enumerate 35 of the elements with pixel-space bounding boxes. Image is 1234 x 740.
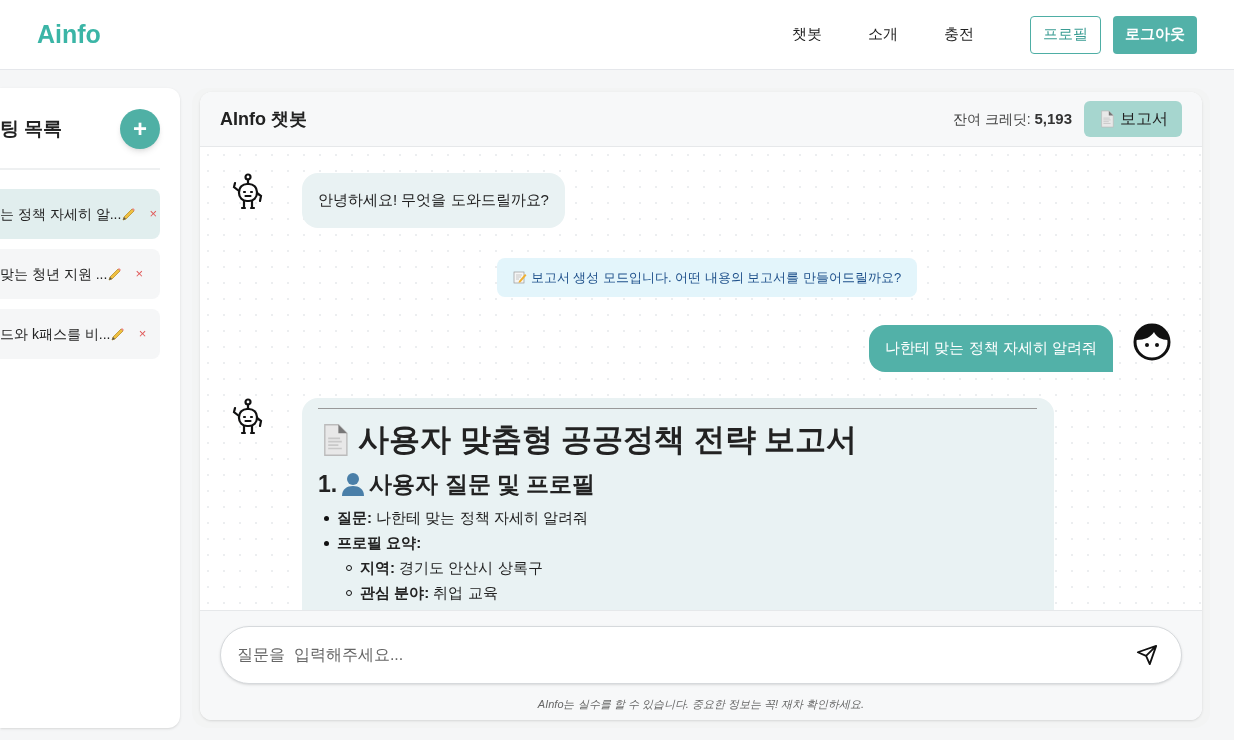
user-bust-icon: [340, 471, 367, 498]
chat-title: AInfo 챗봇: [220, 107, 307, 131]
chat-item-title: 드와 k패스를 비...: [0, 324, 111, 344]
sidebar-title: 팅 목록: [0, 116, 63, 141]
bullet-icon: [324, 540, 329, 546]
report-title: 사용자 맞춤형 공공정책 전략 보고서: [358, 420, 858, 459]
document-icon: [1098, 110, 1116, 128]
nav-link[interactable]: 소개: [868, 23, 898, 46]
section-number: 1.: [318, 470, 338, 499]
nav-link[interactable]: 챗봇: [792, 23, 822, 46]
user-message: 나한테 맞는 정책 자세히 알려줘: [869, 325, 1113, 372]
pencil-icon[interactable]: [107, 266, 124, 282]
chat-list-item[interactable]: 는 정책 자세히 알... ×: [0, 189, 160, 239]
bot-message: 안녕하세요! 무엇을 도와드릴까요?: [302, 173, 565, 228]
credits-text: 잔여 크레딧: 5,193: [952, 108, 1072, 129]
report-list-text: 질문: 나한테 맞는 정책 자세히 알려줘: [337, 507, 588, 528]
chat-item-title: 맞는 청년 지원 ...: [0, 264, 108, 284]
send-icon[interactable]: [1136, 644, 1158, 666]
report-list-text: 관심 분야: 취업 교육: [360, 582, 498, 603]
notice-message: 보고서 생성 모드입니다. 어떤 내용의 보고서를 만들어드릴까요?: [496, 257, 918, 297]
pencil-icon[interactable]: [121, 206, 138, 222]
question-input[interactable]: 질문을 입력해주세요...: [220, 626, 1182, 684]
disclaimer-text: AInfo는 실수를 할 수 있습니다. 중요한 정보는 꼭! 재차 확인하세요.: [537, 697, 865, 712]
chat-item-title: 는 정책 자세히 알...: [0, 204, 122, 224]
nav-link[interactable]: 충전: [944, 23, 974, 46]
pencil-icon[interactable]: [110, 326, 127, 342]
report-button[interactable]: 보고서: [1084, 101, 1182, 137]
report-list-text: 지역: 경기도 안산시 상록구: [360, 557, 543, 578]
chat-list-item[interactable]: 드와 k패스를 비... ×: [0, 309, 160, 359]
section-title: 사용자 질문 및 프로필: [369, 470, 596, 499]
user-avatar-icon: [1133, 323, 1171, 361]
chat-list-item[interactable]: 맞는 청년 지원 ... ×: [0, 249, 160, 299]
bullet-icon: [324, 515, 329, 521]
report-list-text: 프로필 요약:: [337, 532, 422, 553]
memo-icon: [512, 270, 527, 285]
